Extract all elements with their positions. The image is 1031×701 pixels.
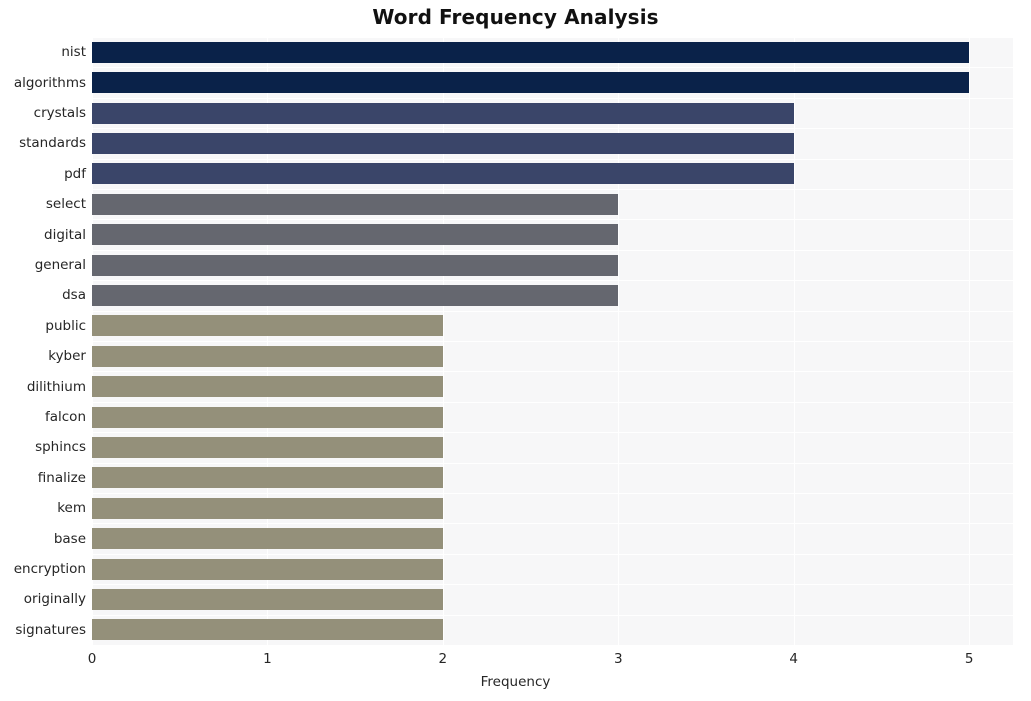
- gridline-horizontal: [92, 311, 1013, 312]
- x-tick-label-2: 2: [438, 651, 448, 667]
- bar-digital[interactable]: [92, 224, 619, 246]
- y-tick-label-falcon: falcon: [44, 409, 86, 425]
- gridline-horizontal: [92, 493, 1013, 494]
- gridline-horizontal: [92, 250, 1013, 251]
- x-tick-label-1: 1: [263, 651, 272, 667]
- bar-public[interactable]: [92, 315, 443, 337]
- bar-select[interactable]: [92, 193, 619, 215]
- x-tick-label-4: 4: [789, 651, 798, 667]
- y-tick-label-digital: digital: [44, 226, 86, 243]
- bar-general[interactable]: [92, 254, 619, 276]
- gridline-horizontal: [92, 67, 1013, 68]
- y-tick-label-sphincs: sphincs: [35, 439, 86, 456]
- y-tick-label-select: select: [45, 196, 86, 213]
- gridline-horizontal: [92, 554, 1013, 555]
- bar-finalize[interactable]: [92, 467, 443, 489]
- y-tick-label-kem: kem: [57, 500, 86, 517]
- gridline-horizontal: [92, 219, 1013, 220]
- chart-title: Word Frequency Analysis: [372, 5, 659, 29]
- bar-dsa[interactable]: [92, 284, 619, 306]
- gridline-horizontal: [92, 432, 1013, 433]
- bar-crystals[interactable]: [92, 102, 794, 124]
- x-axis-tick-labels: 0 1 2 3 4 5: [0, 645, 1031, 671]
- gridline-horizontal: [92, 402, 1013, 403]
- y-tick-label-signatures: signatures: [15, 621, 86, 638]
- y-tick-label-crystals: crystals: [33, 105, 86, 121]
- word-frequency-chart: Word Frequency Analysis nist algorithms cr…: [0, 0, 1031, 701]
- y-tick-label-public: public: [45, 317, 86, 334]
- gridline-horizontal: [92, 280, 1013, 281]
- gridline-horizontal: [92, 584, 1013, 585]
- bar-signatures[interactable]: [92, 619, 443, 641]
- bar-encryption[interactable]: [92, 558, 443, 580]
- gridline-horizontal: [92, 463, 1013, 464]
- gridline-horizontal: [92, 37, 1013, 38]
- gridline-horizontal: [92, 341, 1013, 342]
- bar-originally[interactable]: [92, 588, 443, 610]
- y-tick-label-standards: standards: [19, 135, 86, 152]
- y-tick-label-algorithms: algorithms: [13, 74, 86, 91]
- gridline-horizontal: [92, 523, 1013, 524]
- y-tick-label-dilithium: dilithium: [26, 378, 86, 395]
- y-tick-label-nist: nist: [61, 44, 86, 61]
- gridline-horizontal: [92, 371, 1013, 372]
- y-tick-label-originally: originally: [23, 591, 86, 608]
- bar-kem[interactable]: [92, 497, 443, 519]
- gridline-horizontal: [92, 189, 1013, 190]
- bar-algorithms[interactable]: [92, 72, 970, 94]
- bar-pdf[interactable]: [92, 163, 794, 185]
- bar-kyber[interactable]: [92, 345, 443, 367]
- y-tick-label-kyber: kyber: [48, 348, 86, 365]
- bar-base[interactable]: [92, 528, 443, 550]
- y-tick-label-encryption: encryption: [13, 561, 86, 577]
- bar-falcon[interactable]: [92, 406, 443, 428]
- y-axis-tick-labels: nist algorithms crystals standards pdf select…: [0, 37, 86, 645]
- gridline-horizontal: [92, 128, 1013, 129]
- x-tick-label-5: 5: [964, 651, 974, 667]
- y-tick-label-pdf: pdf: [64, 165, 86, 182]
- y-tick-label-general: general: [34, 257, 86, 273]
- y-tick-label-dsa: dsa: [62, 287, 86, 304]
- gridline-horizontal: [92, 615, 1013, 616]
- x-axis-title: Frequency: [480, 674, 551, 690]
- x-tick-label-0: 0: [87, 651, 97, 667]
- bar-dilithium[interactable]: [92, 376, 443, 398]
- bar-sphincs[interactable]: [92, 436, 443, 458]
- gridline-horizontal: [92, 159, 1013, 160]
- bar-standards[interactable]: [92, 132, 794, 154]
- x-tick-label-3: 3: [613, 651, 623, 667]
- plot-area: [92, 37, 1013, 645]
- y-tick-label-finalize: finalize: [37, 469, 86, 486]
- y-tick-label-base: base: [53, 530, 86, 547]
- bar-nist[interactable]: [92, 41, 970, 63]
- gridline-horizontal: [92, 98, 1013, 99]
